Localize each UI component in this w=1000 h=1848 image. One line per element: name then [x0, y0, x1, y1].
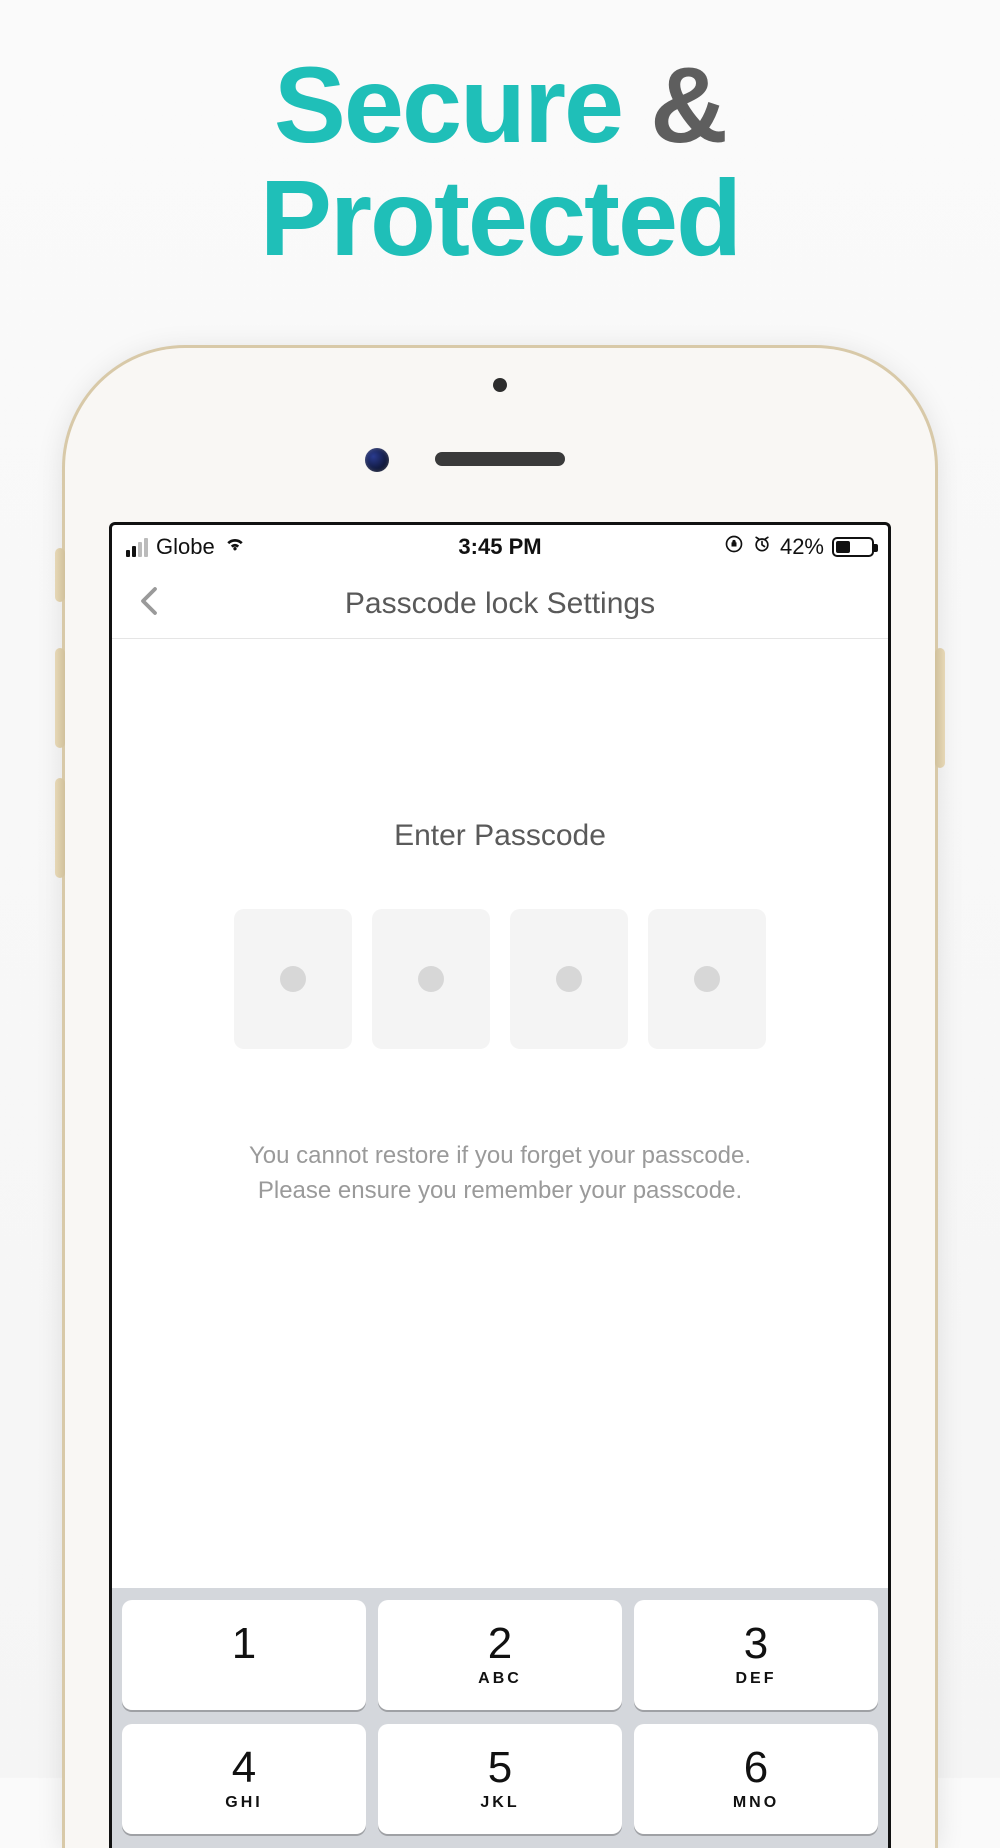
- key-letters: JKL: [480, 1794, 519, 1812]
- battery-percent-label: 42%: [780, 534, 824, 560]
- phone-screen: Globe 3:45 PM 42%: [109, 522, 891, 1848]
- power-button: [935, 648, 945, 768]
- carrier-label: Globe: [156, 534, 215, 560]
- keypad-key-4[interactable]: 4 GHI: [122, 1724, 366, 1834]
- page-title: Passcode lock Settings: [345, 587, 655, 621]
- earpiece-speaker: [435, 452, 565, 466]
- key-number: 6: [744, 1746, 768, 1790]
- orientation-lock-icon: [724, 534, 744, 560]
- key-letters: DEF: [736, 1670, 777, 1688]
- passcode-input[interactable]: [152, 909, 848, 1049]
- key-number: 1: [232, 1622, 256, 1666]
- signal-bars-icon: [126, 538, 148, 557]
- key-letters: ABC: [478, 1670, 522, 1688]
- front-camera: [365, 448, 389, 472]
- volume-down-button: [55, 778, 65, 878]
- passcode-digit-3: [510, 909, 628, 1049]
- nav-header: Passcode lock Settings: [112, 569, 888, 639]
- keypad-key-3[interactable]: 3 DEF: [634, 1600, 878, 1710]
- enter-passcode-label: Enter Passcode: [152, 819, 848, 853]
- warning-line-2: Please ensure you remember your passcode…: [258, 1177, 742, 1204]
- warning-line-1: You cannot restore if you forget your pa…: [249, 1142, 751, 1169]
- keypad-key-1[interactable]: 1 X: [122, 1600, 366, 1710]
- key-letters: MNO: [733, 1794, 779, 1812]
- keypad-key-2[interactable]: 2 ABC: [378, 1600, 622, 1710]
- headline-word-2: Protected: [260, 157, 740, 278]
- key-number: 5: [488, 1746, 512, 1790]
- key-letters: GHI: [225, 1794, 262, 1812]
- key-number: 3: [744, 1622, 768, 1666]
- alarm-icon: [752, 534, 772, 560]
- key-number: 2: [488, 1622, 512, 1666]
- passcode-content: Enter Passcode You cannot restore if you…: [112, 639, 888, 1209]
- battery-icon: [832, 537, 874, 557]
- passcode-digit-1: [234, 909, 352, 1049]
- headline-word-1: Secure: [274, 44, 622, 165]
- status-time: 3:45 PM: [458, 534, 541, 560]
- headline-ampersand: &: [650, 44, 726, 165]
- passcode-digit-2: [372, 909, 490, 1049]
- wifi-icon: [223, 532, 247, 562]
- keypad-key-5[interactable]: 5 JKL: [378, 1724, 622, 1834]
- passcode-warning: You cannot restore if you forget your pa…: [152, 1139, 848, 1209]
- proximity-sensor: [493, 378, 507, 392]
- volume-up-button: [55, 648, 65, 748]
- marketing-headline: Secure & Protected: [0, 0, 1000, 275]
- keypad-key-6[interactable]: 6 MNO: [634, 1724, 878, 1834]
- numeric-keypad: 1 X 2 ABC 3 DEF 4 GHI: [112, 1588, 888, 1848]
- back-button[interactable]: [128, 578, 170, 630]
- passcode-digit-4: [648, 909, 766, 1049]
- status-bar: Globe 3:45 PM 42%: [112, 525, 888, 569]
- mute-switch: [55, 548, 65, 602]
- battery-fill: [836, 541, 850, 553]
- key-number: 4: [232, 1746, 256, 1790]
- phone-frame: Globe 3:45 PM 42%: [65, 348, 935, 1848]
